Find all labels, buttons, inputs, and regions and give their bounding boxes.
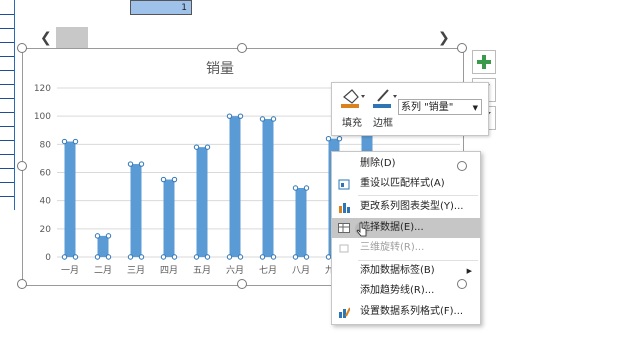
bar-selection-handle bbox=[237, 113, 244, 119]
bar[interactable] bbox=[229, 116, 241, 258]
menu-item-select-data[interactable]: 选择数据(E)... bbox=[332, 218, 480, 238]
series-dropdown[interactable]: 系列 "销量" ▼ bbox=[398, 99, 482, 115]
resize-handle[interactable] bbox=[17, 161, 27, 171]
bar[interactable] bbox=[295, 187, 307, 257]
bar-selection-handle bbox=[105, 233, 112, 239]
cursor-hand-icon bbox=[355, 222, 369, 237]
bar-selection-handle bbox=[303, 254, 310, 260]
bar-selection-handle bbox=[303, 185, 310, 191]
x-tick-label: 四月 bbox=[160, 265, 178, 276]
bar-selection-handle bbox=[259, 116, 266, 122]
bar-selection-handle bbox=[270, 116, 277, 122]
reset-style-icon bbox=[338, 179, 350, 190]
resize-handle[interactable] bbox=[457, 43, 467, 53]
y-tick-label: 0 bbox=[45, 253, 51, 263]
y-tick-label: 20 bbox=[40, 225, 52, 235]
bar-selection-handle bbox=[237, 254, 244, 260]
format-series-icon bbox=[339, 307, 350, 318]
bar[interactable] bbox=[130, 164, 142, 257]
bar-selection-handle bbox=[160, 254, 167, 260]
series-dropdown-value: 系列 "销量" bbox=[401, 102, 454, 113]
x-tick-label: 六月 bbox=[226, 264, 244, 276]
bar-selection-handle bbox=[72, 138, 79, 145]
x-tick-label: 七月 bbox=[259, 265, 277, 276]
menu-item-label: 删除(D) bbox=[360, 158, 396, 169]
y-tick-label: 80 bbox=[40, 140, 52, 150]
resize-handle[interactable] bbox=[237, 279, 247, 289]
border-pen-icon[interactable] bbox=[372, 87, 398, 109]
bar-selection-handle bbox=[94, 233, 101, 239]
bar-selection-handle bbox=[259, 254, 266, 260]
bar-selection-handle bbox=[138, 161, 145, 167]
plus-icon bbox=[477, 55, 491, 69]
bar-selection-handle bbox=[160, 176, 167, 183]
y-tick-label: 100 bbox=[34, 112, 51, 122]
bar[interactable] bbox=[64, 141, 76, 257]
bar-selection-handle bbox=[127, 254, 134, 260]
menu-item-reset-style[interactable]: 重设以匹配样式(A) bbox=[332, 174, 480, 194]
resize-handle[interactable] bbox=[457, 161, 467, 171]
bar-selection-handle bbox=[171, 176, 178, 183]
bar-selection-handle bbox=[270, 254, 277, 260]
x-tick-label: 八月 bbox=[292, 265, 310, 276]
resize-handle[interactable] bbox=[457, 279, 467, 289]
menu-item-add-data-labels[interactable]: 添加数据标签(B) ▶ bbox=[332, 261, 480, 281]
bar[interactable] bbox=[163, 179, 175, 257]
menu-item-label: 重设以匹配样式(A) bbox=[360, 178, 445, 189]
y-tick-label: 40 bbox=[40, 197, 52, 207]
resize-handle[interactable] bbox=[17, 43, 27, 53]
menu-separator bbox=[358, 195, 478, 196]
x-tick-label: 三月 bbox=[127, 265, 145, 276]
menu-item-label: 添加趋势线(R)... bbox=[360, 285, 435, 296]
submenu-arrow-icon: ▶ bbox=[466, 267, 472, 275]
menu-item-label: 添加数据标签(B) bbox=[360, 265, 435, 276]
bar-selection-handle bbox=[127, 161, 134, 167]
bar-selection-handle bbox=[193, 254, 200, 260]
menu-item-label: 设置数据系列格式(F)... bbox=[360, 306, 464, 317]
bar[interactable] bbox=[97, 235, 109, 257]
bar-selection-handle bbox=[61, 254, 68, 260]
bar[interactable] bbox=[262, 118, 274, 257]
resize-handle[interactable] bbox=[237, 43, 247, 53]
bar-selection-handle bbox=[325, 136, 332, 142]
resize-handle[interactable] bbox=[17, 279, 27, 289]
y-tick-label: 60 bbox=[40, 169, 52, 179]
bar-selection-handle bbox=[204, 254, 211, 260]
menu-item-label: 更改系列图表类型(Y)... bbox=[360, 201, 464, 212]
bar-selection-handle bbox=[204, 144, 211, 150]
context-menu: 删除(D) 重设以匹配样式(A) 更改系列图表类型(Y)... 选择数据(E).… bbox=[331, 151, 481, 325]
bar-selection-handle bbox=[292, 254, 299, 260]
bar-selection-handle bbox=[336, 136, 343, 142]
bar-selection-handle bbox=[193, 144, 200, 150]
bar-selection-handle bbox=[226, 113, 233, 119]
x-tick-label: 二月 bbox=[94, 265, 112, 276]
bar-selection-handle bbox=[138, 254, 145, 260]
bar-selection-handle bbox=[94, 254, 101, 260]
chevron-down-icon: ▼ bbox=[472, 104, 478, 112]
bar-selection-handle bbox=[226, 254, 233, 260]
menu-item-label: 三维旋转(R)... bbox=[360, 242, 425, 253]
chart-plot: 020406080100120一月二月三月四月五月六月七月八月九月十月 bbox=[34, 84, 460, 276]
border-label[interactable]: 边框 bbox=[373, 114, 393, 129]
rotate-3d-icon bbox=[339, 244, 349, 253]
bar-selection-handle bbox=[171, 254, 178, 260]
bar[interactable] bbox=[196, 147, 208, 257]
select-data-icon bbox=[338, 223, 350, 233]
menu-item-3d-rotation: 三维旋转(R)... bbox=[332, 238, 480, 258]
fill-label[interactable]: 填充 bbox=[342, 114, 362, 129]
menu-item-change-chart-type[interactable]: 更改系列图表类型(Y)... bbox=[332, 197, 480, 217]
y-tick-label: 120 bbox=[34, 84, 51, 94]
bar-selection-handle bbox=[292, 185, 299, 191]
fill-bucket-icon[interactable] bbox=[340, 87, 366, 109]
bar-selection-handle bbox=[105, 254, 112, 260]
x-tick-label: 一月 bbox=[61, 265, 79, 276]
bar-selection-handle bbox=[61, 138, 68, 145]
chart-type-icon bbox=[339, 203, 350, 213]
menu-item-format-series[interactable]: 设置数据系列格式(F)... bbox=[332, 302, 480, 322]
x-tick-label: 五月 bbox=[193, 265, 211, 276]
bar-selection-handle bbox=[72, 254, 79, 260]
chart-elements-button[interactable] bbox=[472, 50, 496, 74]
